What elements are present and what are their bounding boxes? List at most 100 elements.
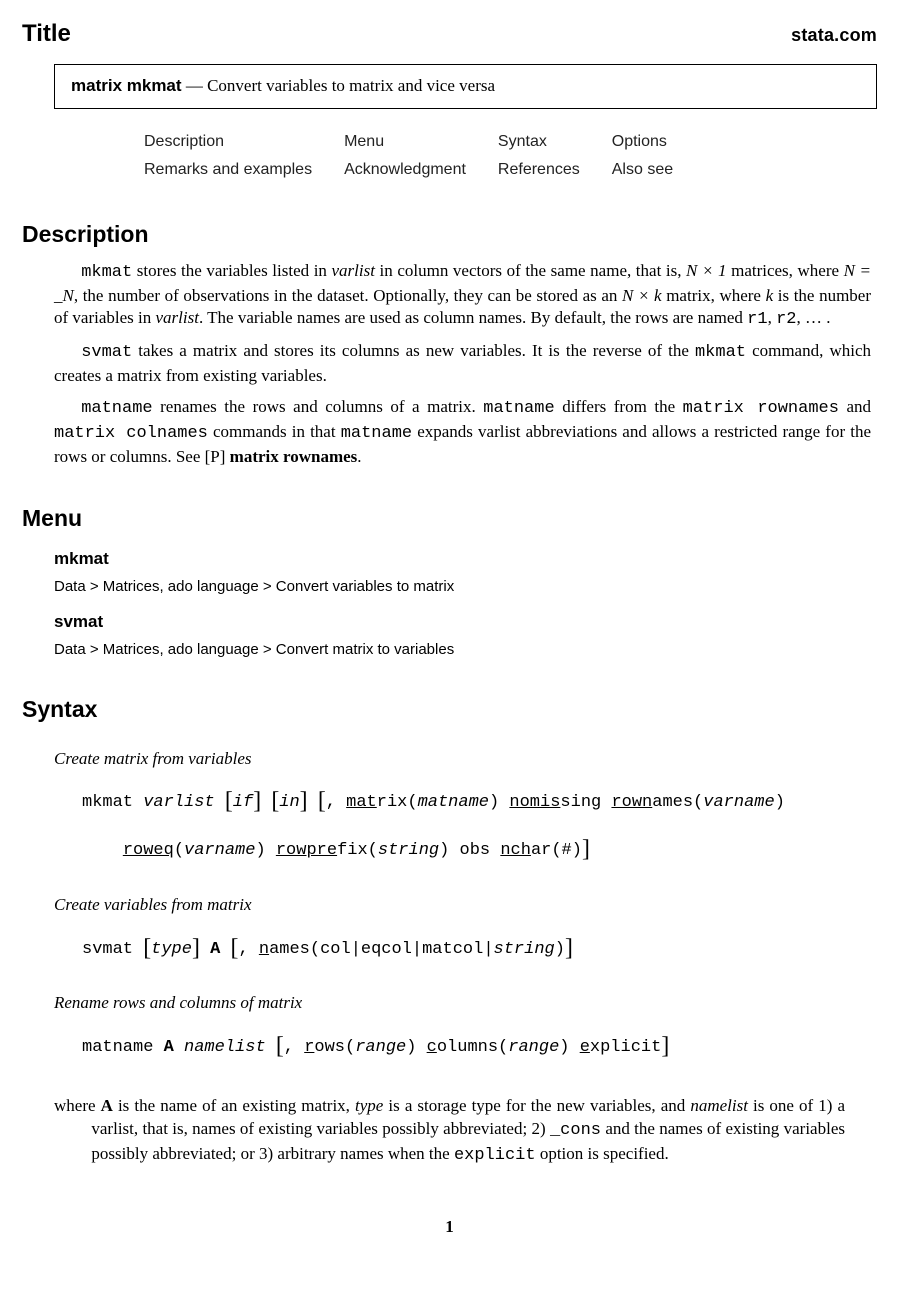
text: mkmat bbox=[81, 263, 132, 282]
text: stores the variables listed in bbox=[132, 261, 331, 280]
nav-also-see[interactable]: Also see bbox=[612, 157, 703, 183]
text: A bbox=[101, 1096, 113, 1115]
title-dash: — bbox=[182, 76, 208, 95]
description-paragraph-1: mkmat stores the variables listed in var… bbox=[54, 260, 871, 333]
text: nch bbox=[500, 841, 531, 860]
text: olumns( bbox=[437, 1038, 508, 1057]
text: in column vectors of the same name, that… bbox=[375, 261, 686, 280]
text: varname bbox=[703, 793, 774, 812]
text: r2 bbox=[776, 310, 796, 329]
menu-sub-mkmat: mkmat bbox=[54, 548, 877, 571]
text: matrix colnames bbox=[54, 424, 208, 443]
text: matcol bbox=[422, 940, 483, 959]
text: rown bbox=[611, 793, 652, 812]
title-desc: Convert variables to matrix and vice ver… bbox=[207, 76, 495, 95]
text: ames( bbox=[652, 793, 703, 812]
text: matrix, where bbox=[662, 286, 766, 305]
text: sing bbox=[560, 793, 611, 812]
text: . The variable names are used as column … bbox=[199, 308, 747, 327]
site-link[interactable]: stata.com bbox=[791, 23, 877, 47]
text: renames the rows and columns of a matrix… bbox=[153, 397, 484, 416]
text: namelist bbox=[690, 1096, 748, 1115]
nav-acknowledgment[interactable]: Acknowledgment bbox=[344, 157, 496, 183]
syntax-label-svmat: Create variables from matrix bbox=[54, 894, 877, 917]
section-syntax-heading: Syntax bbox=[22, 694, 877, 725]
nav-description[interactable]: Description bbox=[144, 129, 342, 155]
text: and bbox=[839, 397, 871, 416]
nav-remarks[interactable]: Remarks and examples bbox=[144, 157, 342, 183]
text: e bbox=[580, 1038, 590, 1057]
text: matname bbox=[341, 424, 412, 443]
text: , bbox=[768, 308, 777, 327]
text: obs bbox=[449, 841, 500, 860]
text: range bbox=[355, 1038, 406, 1057]
text: ows( bbox=[314, 1038, 355, 1057]
title-command: matrix mkmat bbox=[71, 76, 182, 95]
text: , … . bbox=[796, 308, 830, 327]
text: if bbox=[233, 793, 253, 812]
text: matrix rownames bbox=[225, 447, 357, 466]
menu-path-svmat: Data > Matrices, ado language > Convert … bbox=[54, 640, 877, 660]
text: mkmat bbox=[695, 343, 746, 362]
text: range bbox=[508, 1038, 559, 1057]
text: where bbox=[54, 1096, 101, 1115]
text: ar(#) bbox=[531, 841, 582, 860]
text: varlist bbox=[143, 793, 214, 812]
text: explicit bbox=[454, 1146, 536, 1165]
text: matname bbox=[82, 1038, 164, 1057]
text: varname bbox=[184, 841, 255, 860]
text: A bbox=[164, 1038, 174, 1057]
text: A bbox=[210, 940, 220, 959]
text: [P] bbox=[205, 447, 226, 466]
page-number: 1 bbox=[22, 1216, 877, 1239]
nav-references[interactable]: References bbox=[498, 157, 610, 183]
text: type bbox=[355, 1096, 383, 1115]
text: takes a matrix and stores its columns as… bbox=[132, 341, 695, 360]
text: string bbox=[494, 940, 555, 959]
syntax-label-mkmat: Create matrix from variables bbox=[54, 748, 877, 771]
text: fix( bbox=[337, 841, 378, 860]
syntax-where-clause: where A is the name of an existing matri… bbox=[54, 1095, 845, 1168]
page-title-heading: Title bbox=[22, 18, 71, 50]
text: _cons bbox=[550, 1121, 601, 1140]
text: string bbox=[378, 841, 439, 860]
text: nomis bbox=[509, 793, 560, 812]
menu-sub-svmat: svmat bbox=[54, 611, 877, 634]
text: mat bbox=[346, 793, 377, 812]
text: mkmat bbox=[82, 793, 143, 812]
text: matname bbox=[483, 399, 554, 418]
text: type bbox=[151, 940, 192, 959]
text: rowpre bbox=[276, 841, 337, 860]
text: eqcol bbox=[361, 940, 412, 959]
syntax-label-matname: Rename rows and columns of matrix bbox=[54, 992, 877, 1015]
text: in bbox=[279, 793, 299, 812]
text: varlist bbox=[156, 308, 199, 327]
text: , the number of observations in the data… bbox=[74, 286, 622, 305]
text: ames(col bbox=[269, 940, 351, 959]
section-nav: Description Menu Syntax Options Remarks … bbox=[142, 127, 705, 184]
text: c bbox=[427, 1038, 437, 1057]
section-description-heading: Description bbox=[22, 219, 877, 250]
text: . bbox=[357, 447, 361, 466]
text: is a storage type for the new variables,… bbox=[383, 1096, 690, 1115]
text: option is specified. bbox=[536, 1144, 669, 1163]
text: matname bbox=[81, 399, 152, 418]
text: ( bbox=[174, 841, 184, 860]
nav-menu[interactable]: Menu bbox=[344, 129, 496, 155]
text: svmat bbox=[82, 940, 143, 959]
syntax-line-svmat: svmat [type] A [, names(col|eqcol|matcol… bbox=[82, 923, 877, 971]
nav-syntax[interactable]: Syntax bbox=[498, 129, 610, 155]
text: varlist bbox=[332, 261, 375, 280]
text: N × k bbox=[622, 286, 662, 305]
menu-path-mkmat: Data > Matrices, ado language > Convert … bbox=[54, 577, 877, 597]
text: matname bbox=[418, 793, 489, 812]
text: namelist bbox=[184, 1038, 266, 1057]
text: n bbox=[259, 940, 269, 959]
text: rix( bbox=[377, 793, 418, 812]
nav-options[interactable]: Options bbox=[612, 129, 703, 155]
text: matrices, where bbox=[727, 261, 844, 280]
section-menu-heading: Menu bbox=[22, 503, 877, 534]
text: r1 bbox=[747, 310, 767, 329]
description-paragraph-2: svmat takes a matrix and stores its colu… bbox=[54, 340, 871, 388]
syntax-line-mkmat: mkmat varlist [if] [in] [, matrix(matnam… bbox=[82, 776, 877, 871]
